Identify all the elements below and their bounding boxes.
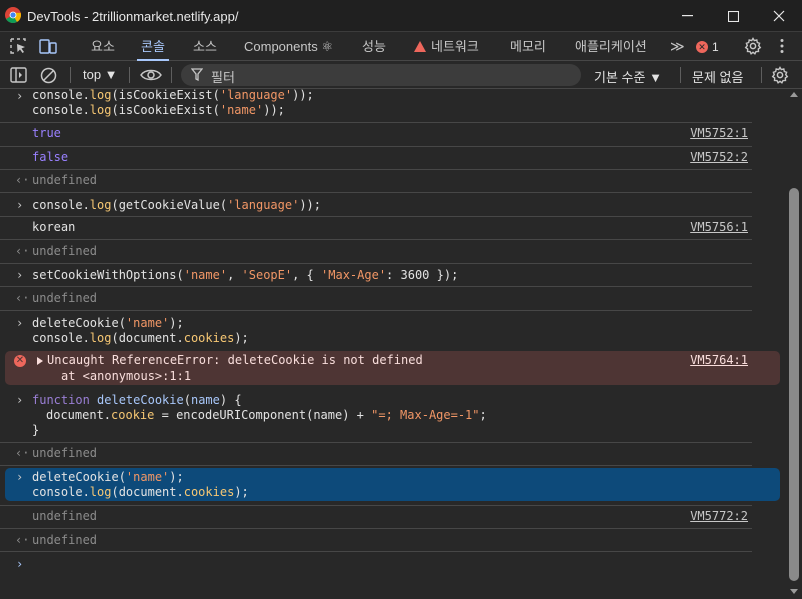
more-tabs-button[interactable]: ≫: [670, 32, 685, 61]
error-icon: ✕: [14, 355, 26, 367]
issues-counter[interactable]: 문제 없음: [692, 67, 743, 86]
live-expression-eye-icon[interactable]: [140, 68, 162, 82]
message-divider: [0, 146, 752, 147]
console-output-true: true: [32, 126, 61, 140]
message-divider: [0, 239, 752, 240]
source-link[interactable]: VM5752:2: [690, 150, 748, 165]
return-value-icon: ‹·: [15, 291, 30, 305]
filter-input[interactable]: [181, 64, 581, 86]
message-divider: [0, 310, 752, 311]
selected-input-row[interactable]: [5, 468, 780, 501]
tab-components[interactable]: Components ⚛: [244, 32, 333, 61]
tab-performance[interactable]: 성능: [362, 32, 386, 61]
console-output-text: korean: [32, 220, 76, 234]
input-prompt-icon: ›: [16, 316, 24, 330]
console-input-line: console.log(isCookieExist('name'));: [32, 103, 285, 117]
sidebar-toggle-icon[interactable]: [10, 67, 27, 83]
input-prompt-icon: ›: [16, 198, 24, 212]
filter-icon: [191, 68, 203, 81]
console-toolbar: top ▼ 필터 기본 수준 ▼ 문제 없음: [0, 61, 802, 89]
window-title: DevTools - 2trillionmarket.netlify.app/: [27, 9, 239, 24]
error-count-badge[interactable]: ✕ 1: [696, 40, 719, 54]
return-value: undefined: [32, 173, 98, 187]
close-button[interactable]: [756, 0, 802, 32]
input-prompt-icon: ›: [16, 268, 24, 282]
error-message-text: Uncaught ReferenceError: deleteCookie is…: [47, 353, 423, 367]
toolbar-divider: [680, 67, 681, 83]
tab-application[interactable]: 애플리케이션: [575, 32, 647, 61]
log-level-dropdown[interactable]: 기본 수준 ▼: [594, 67, 662, 86]
console-input-line: setCookieWithOptions('name', 'SeopE', { …: [32, 268, 459, 282]
tab-elements[interactable]: 요소: [91, 32, 115, 61]
message-divider: [0, 263, 752, 264]
source-link[interactable]: VM5756:1: [690, 220, 748, 235]
toolbar-divider: [129, 67, 130, 83]
maximize-icon: [727, 10, 739, 22]
console-input-line: console.log(getCookieValue('language'));: [32, 198, 322, 212]
input-prompt-icon: ›: [16, 89, 24, 103]
toolbar-divider: [171, 67, 172, 83]
more-options-icon[interactable]: [779, 38, 785, 54]
toolbar-divider: [70, 67, 71, 83]
title-bar: DevTools - 2trillionmarket.netlify.app/: [0, 0, 802, 32]
scrollbar-thumb[interactable]: [789, 188, 799, 581]
settings-gear-icon[interactable]: [744, 37, 762, 55]
tab-memory[interactable]: 메모리: [510, 32, 546, 61]
expand-triangle-icon[interactable]: [37, 357, 43, 365]
message-divider: [0, 192, 752, 193]
scroll-up-arrow-icon[interactable]: [790, 92, 798, 97]
error-count: 1: [712, 40, 719, 54]
clear-console-icon[interactable]: [40, 67, 57, 84]
scroll-down-arrow-icon[interactable]: [790, 589, 798, 594]
console-input-line: deleteCookie('name');: [32, 316, 184, 330]
message-divider: [0, 169, 752, 170]
return-value-icon: ‹·: [15, 244, 30, 258]
message-divider: [0, 216, 752, 217]
console-settings-gear-icon[interactable]: [771, 66, 789, 84]
minimize-button[interactable]: [664, 0, 710, 32]
return-value: undefined: [32, 291, 98, 305]
filter-placeholder: 필터: [211, 70, 235, 85]
inspect-element-icon[interactable]: [9, 37, 29, 55]
console-input-line: console.log(isCookieExist('language'));: [32, 89, 314, 102]
tab-sources[interactable]: 소스: [193, 32, 217, 61]
chrome-logo-icon: [5, 7, 21, 23]
message-divider: [0, 122, 752, 123]
error-stack-text: at <anonymous>:1:1: [61, 369, 192, 383]
console-input-line: console.log(document.cookies);: [32, 331, 249, 345]
maximize-button[interactable]: [710, 0, 756, 32]
tab-network-label: 네트워크: [431, 39, 479, 54]
console-messages[interactable]: › console.log(isCookieExist('language'))…: [0, 89, 786, 599]
error-icon: ✕: [696, 41, 708, 53]
return-value-icon: ‹·: [15, 173, 30, 187]
source-link[interactable]: VM5752:1: [690, 126, 748, 141]
device-toolbar-icon[interactable]: [38, 37, 58, 55]
source-link[interactable]: VM5764:1: [690, 353, 748, 368]
panel-tab-bar: 요소 콘솔 소스 Components ⚛ 성능 네트워크 메모리 애플리케이션…: [0, 32, 802, 61]
warning-icon: [414, 41, 426, 52]
console-output-false: false: [32, 150, 69, 164]
tab-console[interactable]: 콘솔: [137, 32, 169, 61]
return-value: undefined: [32, 244, 98, 258]
close-icon: [773, 10, 785, 22]
tab-network[interactable]: 네트워크: [414, 32, 479, 61]
toolbar-divider: [761, 67, 762, 83]
context-selector[interactable]: top ▼: [83, 67, 118, 82]
minimize-icon: [681, 15, 693, 17]
message-divider: [0, 286, 752, 287]
